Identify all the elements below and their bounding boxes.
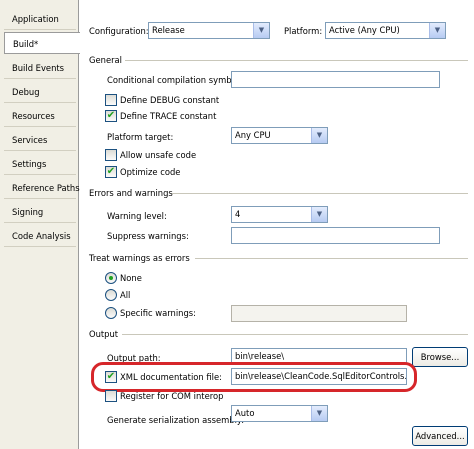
treat-specific-radio[interactable]	[105, 307, 117, 319]
warning-level-value: 4	[235, 209, 241, 219]
configuration-label: Configuration:	[89, 26, 149, 36]
browse-button[interactable]: Browse...	[412, 347, 468, 367]
tab-debug[interactable]: Debug	[4, 81, 76, 103]
tab-application[interactable]: Application	[4, 8, 76, 30]
advanced-button[interactable]: Advanced...	[412, 426, 468, 446]
define-trace-checkbox[interactable]: ✔	[105, 110, 117, 122]
output-divider	[122, 334, 468, 335]
register-com-label: Register for COM interop	[120, 391, 224, 401]
platform-select[interactable]: Active (Any CPU) ▼	[325, 22, 446, 39]
register-com-checkbox[interactable]	[105, 390, 117, 402]
treat-specific-label: Specific warnings:	[120, 308, 196, 318]
platform-label: Platform:	[284, 26, 323, 36]
sidebar: Application Build* Build Events Debug Re…	[0, 0, 80, 449]
platform-target-select[interactable]: Any CPU ▼	[231, 127, 328, 144]
define-debug-checkbox[interactable]	[105, 94, 117, 106]
warning-level-label: Warning level:	[107, 211, 167, 221]
warning-level-select[interactable]: 4 ▼	[231, 206, 328, 223]
tab-services[interactable]: Services	[4, 129, 76, 151]
chevron-down-icon[interactable]: ▼	[311, 128, 327, 143]
conditional-symbols-input[interactable]	[231, 71, 440, 88]
chevron-down-icon[interactable]: ▼	[311, 406, 327, 421]
tab-code-analysis[interactable]: Code Analysis	[4, 225, 76, 247]
platform-value: Active (Any CPU)	[329, 25, 400, 35]
general-divider	[125, 60, 468, 61]
optimize-label: Optimize code	[120, 167, 181, 177]
radio-selected-dot	[109, 276, 113, 280]
errors-divider	[172, 193, 468, 194]
output-section-title: Output	[89, 329, 119, 339]
platform-target-label: Platform target:	[107, 132, 174, 142]
chevron-down-icon[interactable]: ▼	[253, 23, 269, 38]
highlight-annotation	[91, 362, 417, 392]
treat-none-label: None	[120, 273, 142, 283]
serialization-label: Generate serialization assembly:	[107, 415, 245, 425]
errors-section-title: Errors and warnings	[89, 188, 173, 198]
treat-section-title: Treat warnings as errors	[89, 253, 190, 263]
tab-resources[interactable]: Resources	[4, 105, 76, 127]
serialization-value: Auto	[235, 408, 255, 418]
tab-settings[interactable]: Settings	[4, 153, 76, 175]
treat-all-label: All	[120, 290, 131, 300]
treat-none-radio[interactable]	[105, 272, 117, 284]
define-debug-label: Define DEBUG constant	[120, 95, 220, 105]
check-icon: ✔	[106, 110, 116, 121]
tab-signing[interactable]: Signing	[4, 201, 76, 223]
treat-divider	[195, 258, 468, 259]
allow-unsafe-label: Allow unsafe code	[120, 150, 197, 160]
tab-build[interactable]: Build*	[4, 32, 80, 54]
chevron-down-icon[interactable]: ▼	[429, 23, 445, 38]
serialization-select[interactable]: Auto ▼	[231, 405, 328, 422]
tab-build-events[interactable]: Build Events	[4, 57, 76, 79]
treat-all-radio[interactable]	[105, 289, 117, 301]
configuration-select[interactable]: Release ▼	[148, 22, 270, 39]
allow-unsafe-checkbox[interactable]	[105, 149, 117, 161]
configuration-value: Release	[152, 25, 185, 35]
general-section-title: General	[89, 55, 123, 65]
specific-warnings-input[interactable]	[231, 305, 407, 322]
conditional-symbols-label: Conditional compilation symbols:	[107, 75, 247, 85]
chevron-down-icon[interactable]: ▼	[311, 207, 327, 222]
suppress-warnings-input[interactable]	[231, 227, 440, 244]
optimize-checkbox[interactable]: ✔	[105, 166, 117, 178]
check-icon: ✔	[106, 166, 116, 177]
platform-target-value: Any CPU	[235, 130, 271, 140]
suppress-warnings-label: Suppress warnings:	[107, 231, 189, 241]
define-trace-label: Define TRACE constant	[120, 111, 217, 121]
tab-reference-paths[interactable]: Reference Paths	[4, 177, 80, 199]
